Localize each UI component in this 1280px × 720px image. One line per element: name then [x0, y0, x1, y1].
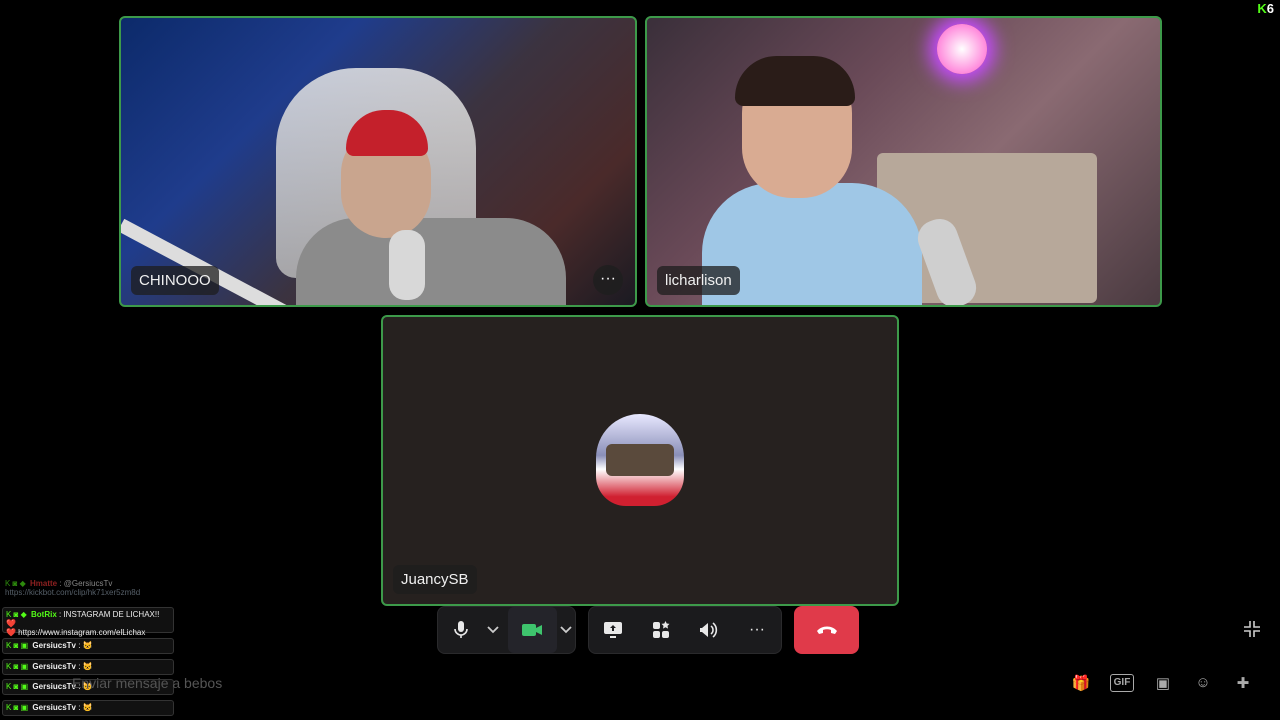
microphone-options-button[interactable]: [484, 607, 502, 653]
exit-fullscreen-button[interactable]: [1240, 619, 1264, 643]
microphone-icon: [454, 621, 468, 638]
more-options-button[interactable]: ···: [737, 607, 777, 653]
microphone: [389, 230, 425, 300]
chat-message: K ◙ ◆ BotRix : INSTAGRAM DE LICHAX!! ❤️ …: [2, 607, 174, 637]
chat-username: GersiucsTv: [32, 641, 76, 650]
screen-share-icon: [604, 622, 622, 638]
tile-more-options-button[interactable]: ···: [593, 265, 623, 295]
participant-tile-juancysb[interactable]: JuancySB: [381, 315, 899, 606]
screen-share-button[interactable]: [593, 607, 633, 653]
hoodie: [296, 218, 566, 305]
chat-badges: K ◙ ◆: [5, 579, 26, 588]
chat-emote: 😺: [82, 703, 93, 712]
soundboard-button[interactable]: [689, 607, 729, 653]
chat-message: K ◙ ▣ GersiucsTv : 😺: [2, 638, 174, 654]
participant-name: licharlison: [657, 266, 740, 295]
chevron-down-icon: [560, 626, 572, 634]
activities-icon: [653, 621, 670, 638]
chat-link[interactable]: https://kickbot.com/clip/hk71xer5zm8d: [5, 588, 140, 597]
neon-sign: [937, 24, 987, 74]
stream-controls: ···: [588, 606, 782, 654]
chat-badges: K ◙ ◆: [6, 610, 27, 619]
chat-username: GersiucsTv: [32, 682, 76, 691]
camera-options-button[interactable]: [557, 607, 575, 653]
chat-text: @GersiucsTv: [63, 579, 113, 588]
apps-icon[interactable]: ✚: [1232, 674, 1254, 692]
chat-link[interactable]: ❤️ https://www.instagram.com/elLichax: [6, 628, 145, 637]
chat-badges: K ◙ ▣: [6, 703, 29, 712]
chevron-down-icon: [486, 626, 499, 634]
chat-username: Hmatte: [30, 579, 58, 588]
chat-emote: 😺: [82, 662, 93, 671]
chat-message: K ◙ ◆ Hmatte : @GersiucsTv https://kickb…: [5, 579, 141, 597]
chat-badges: K ◙ ▣: [6, 682, 29, 691]
helmet-visor: [606, 444, 674, 476]
chat-username: GersiucsTv: [32, 662, 76, 671]
participant-tile-chinooo[interactable]: CHINOOO ···: [119, 16, 637, 307]
camera-button[interactable]: [507, 607, 558, 653]
chat-message: K ◙ ▣ GersiucsTv : 😺: [2, 700, 174, 716]
chat-username: BotRix: [31, 610, 57, 619]
soundboard-icon: [700, 622, 718, 638]
audio-video-controls: [437, 606, 576, 654]
message-input[interactable]: Enviar mensaje a bebos: [72, 675, 222, 691]
microphone-button[interactable]: [438, 607, 484, 653]
gif-icon[interactable]: GIF: [1110, 674, 1134, 692]
chat-badges: K ◙ ▣: [6, 641, 29, 650]
hang-up-button[interactable]: [794, 606, 859, 654]
video-camera-icon: [522, 624, 543, 636]
collapse-icon: [1244, 621, 1260, 637]
chat-badges: K ◙ ▣: [6, 662, 29, 671]
phone-hangup-icon: [816, 626, 837, 634]
message-input-actions: 🎁 GIF ▣ ☺ ✚: [1070, 674, 1254, 692]
participant-tile-licharlison[interactable]: licharlison: [645, 16, 1162, 307]
chat-text: INSTAGRAM DE LICHAX!! ❤️: [6, 610, 160, 628]
chat-emote: 😺: [82, 641, 93, 650]
chat-username: GersiucsTv: [32, 703, 76, 712]
sticker-icon[interactable]: ▣: [1152, 674, 1174, 692]
gift-icon[interactable]: 🎁: [1070, 674, 1092, 692]
participant-name: JuancySB: [393, 565, 477, 594]
participant-name: CHINOOO: [131, 266, 219, 295]
emoji-icon[interactable]: ☺: [1192, 674, 1214, 692]
activities-button[interactable]: [641, 607, 681, 653]
kick-logo: K6: [1257, 1, 1274, 16]
hair: [735, 56, 855, 106]
chat-message: K ◙ ▣ GersiucsTv : 😺: [2, 659, 174, 675]
